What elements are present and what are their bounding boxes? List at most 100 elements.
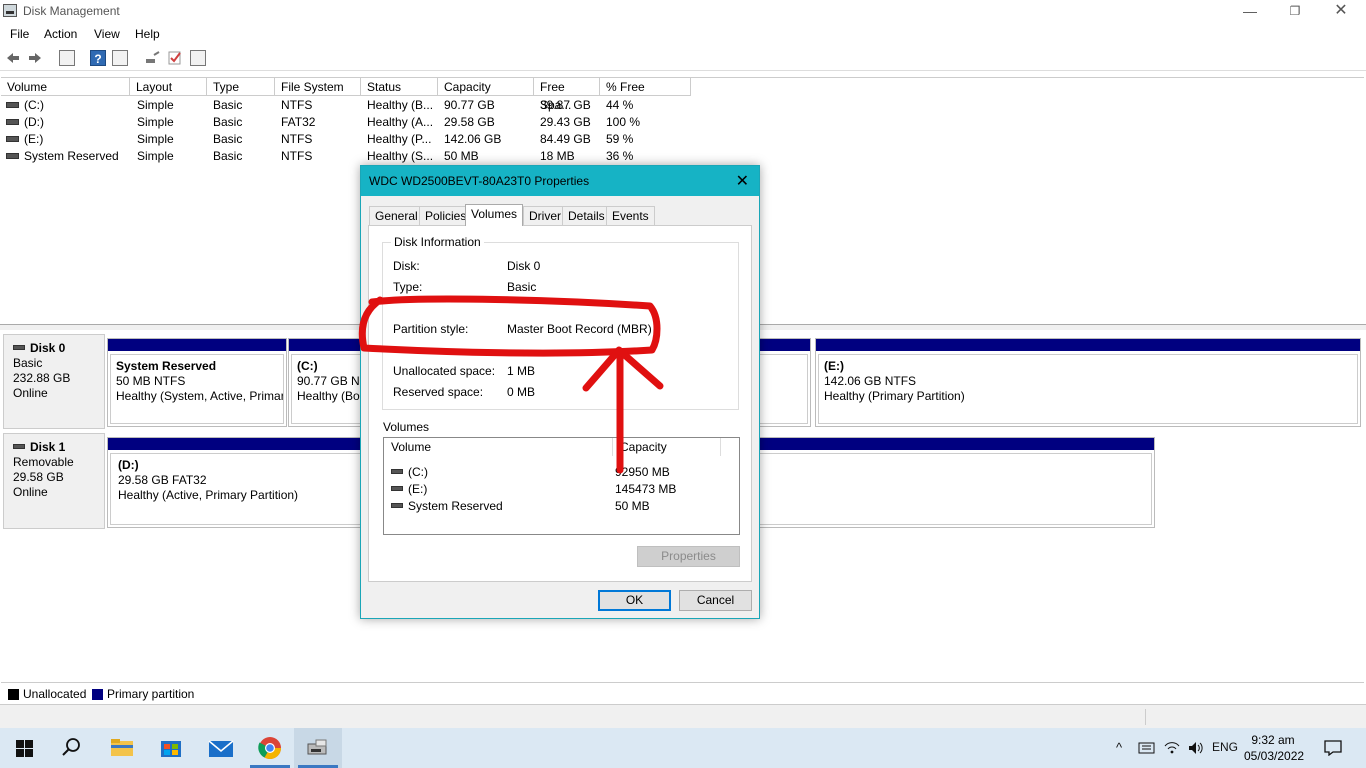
- dialog-titlebar: WDC WD2500BEVT-80A23T0 Properties ✕: [361, 166, 759, 196]
- free-space-cell: 29.43 GB: [540, 115, 591, 129]
- table-row[interactable]: (E:) Simple Basic NTFS Healthy (P... 142…: [1, 131, 701, 148]
- table-row[interactable]: System Reserved Simple Basic NTFS Health…: [1, 148, 701, 165]
- col-header-layout[interactable]: Layout: [130, 78, 207, 96]
- tab-volumes[interactable]: Volumes: [465, 204, 524, 226]
- volume-name: System Reserved: [24, 149, 119, 163]
- info-value: Disk 0: [507, 259, 541, 273]
- type-cell: Basic: [213, 149, 243, 163]
- list-item[interactable]: (E:) 145473 MB: [391, 482, 721, 498]
- clock[interactable]: 9:32 am 05/03/2022: [1244, 732, 1304, 764]
- chrome-icon[interactable]: [246, 728, 294, 768]
- tab-driver[interactable]: Driver: [523, 206, 567, 225]
- table-row[interactable]: (C:) Simple Basic NTFS Healthy (B... 90.…: [1, 97, 701, 114]
- volume-icon[interactable]: [1187, 740, 1205, 759]
- notification-icon[interactable]: [1324, 740, 1342, 759]
- legend-unallocated: Unallocated: [23, 687, 87, 701]
- folder-icon-glyph: [111, 739, 133, 756]
- store-icon-glyph: [161, 741, 181, 757]
- tray-chevron-icon[interactable]: ^: [1116, 740, 1122, 755]
- volume-cell: (E:): [6, 132, 43, 146]
- col-header-type[interactable]: Type: [207, 78, 275, 96]
- start-button[interactable]: [0, 728, 48, 768]
- col-header-percent-free[interactable]: % Free: [600, 78, 691, 96]
- connect-icon[interactable]: [144, 50, 160, 66]
- volume-properties-button[interactable]: Properties: [637, 546, 740, 567]
- vol-col-capacity[interactable]: Capacity: [613, 438, 721, 456]
- menu-bar: File Action View Help: [0, 24, 1366, 44]
- free-space-cell: 18 MB: [540, 149, 575, 163]
- mail-icon[interactable]: [197, 728, 245, 768]
- layout-cell: Simple: [137, 115, 174, 129]
- col-header-capacity[interactable]: Capacity: [438, 78, 534, 96]
- primary-swatch: [92, 689, 103, 700]
- arrow-left-icon[interactable]: [5, 50, 21, 66]
- capacity-cell: 50 MB: [444, 149, 479, 163]
- wifi-icon[interactable]: [1163, 740, 1181, 759]
- disk-management-taskbar-icon[interactable]: [294, 728, 342, 768]
- disk-0-label[interactable]: Disk 0 Basic 232.88 GB Online: [3, 334, 105, 429]
- store-icon[interactable]: [147, 728, 195, 768]
- vol-name-cell: (C:): [391, 465, 428, 479]
- vol-capacity: 50 MB: [615, 499, 650, 513]
- status-cell: Healthy (A...: [367, 115, 434, 129]
- menu-action[interactable]: Action: [44, 27, 77, 41]
- unallocated-swatch: [8, 689, 19, 700]
- capacity-cell: 90.77 GB: [444, 98, 495, 112]
- minimize-button[interactable]: —: [1227, 0, 1273, 23]
- menu-file[interactable]: File: [10, 27, 29, 41]
- toolbar: ?: [0, 45, 1366, 71]
- windows-logo-icon: [16, 740, 33, 757]
- search-icon[interactable]: [48, 728, 96, 768]
- list-item[interactable]: System Reserved 50 MB: [391, 499, 721, 515]
- dialog-close-button[interactable]: ✕: [736, 171, 749, 191]
- vol-name: (E:): [408, 482, 428, 496]
- vol-name-cell: (E:): [391, 482, 427, 496]
- file-explorer-icon[interactable]: [98, 728, 146, 768]
- vol-col-volume[interactable]: Volume: [384, 438, 613, 456]
- keyboard-icon-glyph: [1138, 742, 1155, 754]
- col-header-free-space[interactable]: Free Spa...: [534, 78, 600, 112]
- cancel-button[interactable]: Cancel: [679, 590, 752, 611]
- menu-view[interactable]: View: [94, 27, 120, 41]
- list-view-icon[interactable]: [190, 50, 206, 66]
- list-item[interactable]: (C:) 92950 MB: [391, 465, 721, 481]
- volumes-label: Volumes: [383, 420, 430, 434]
- properties-icon[interactable]: [112, 50, 128, 66]
- info-label: Partition style:: [393, 322, 469, 336]
- arrow-right-icon[interactable]: [27, 50, 43, 66]
- free-space-cell: 84.49 GB: [540, 132, 591, 146]
- notification-icon-glyph: [1324, 740, 1342, 757]
- layout-cell: Simple: [137, 149, 174, 163]
- check-icon[interactable]: [167, 50, 183, 66]
- disk-information-group: Disk Information Disk: Disk 0 Type: Basi…: [382, 235, 739, 410]
- volume-name: (C:): [24, 98, 44, 112]
- col-header-volume[interactable]: Volume: [1, 78, 130, 96]
- table-row[interactable]: (D:) Simple Basic FAT32 Healthy (A... 29…: [1, 114, 701, 131]
- filesystem-cell: NTFS: [281, 149, 313, 163]
- input-method-icon[interactable]: [1138, 740, 1156, 759]
- partition-e[interactable]: (E:) 142.06 GB NTFS Healthy (Primary Par…: [815, 338, 1361, 427]
- disk-1-label[interactable]: Disk 1 Removable 29.58 GB Online: [3, 433, 105, 529]
- volume-cell: (C:): [6, 98, 44, 112]
- language-indicator[interactable]: ENG: [1212, 740, 1238, 754]
- tab-events[interactable]: Events: [606, 206, 655, 225]
- close-button[interactable]: ✕: [1318, 0, 1364, 23]
- free-space-cell: 39.87 GB: [540, 98, 591, 112]
- col-header-status[interactable]: Status: [361, 78, 438, 96]
- menu-help[interactable]: Help: [135, 27, 160, 41]
- partition-system-reserved[interactable]: System Reserved 50 MB NTFS Healthy (Syst…: [107, 338, 287, 427]
- ok-button[interactable]: OK: [598, 590, 671, 611]
- help-icon[interactable]: ?: [90, 50, 106, 66]
- capacity-cell: 29.58 GB: [444, 115, 495, 129]
- tab-details[interactable]: Details: [562, 206, 611, 225]
- wifi-icon-glyph: [1164, 742, 1180, 754]
- col-header-filesystem[interactable]: File System: [275, 78, 361, 96]
- drive-icon: [391, 503, 403, 509]
- filesystem-cell: FAT32: [281, 115, 316, 129]
- tab-general[interactable]: General: [369, 206, 424, 225]
- type-cell: Basic: [213, 115, 243, 129]
- maximize-button[interactable]: ❐: [1272, 0, 1318, 23]
- status-cell: Healthy (P...: [367, 132, 432, 146]
- console-tree-icon[interactable]: [59, 50, 75, 66]
- disk-properties-dialog: WDC WD2500BEVT-80A23T0 Properties ✕ Gene…: [360, 165, 760, 619]
